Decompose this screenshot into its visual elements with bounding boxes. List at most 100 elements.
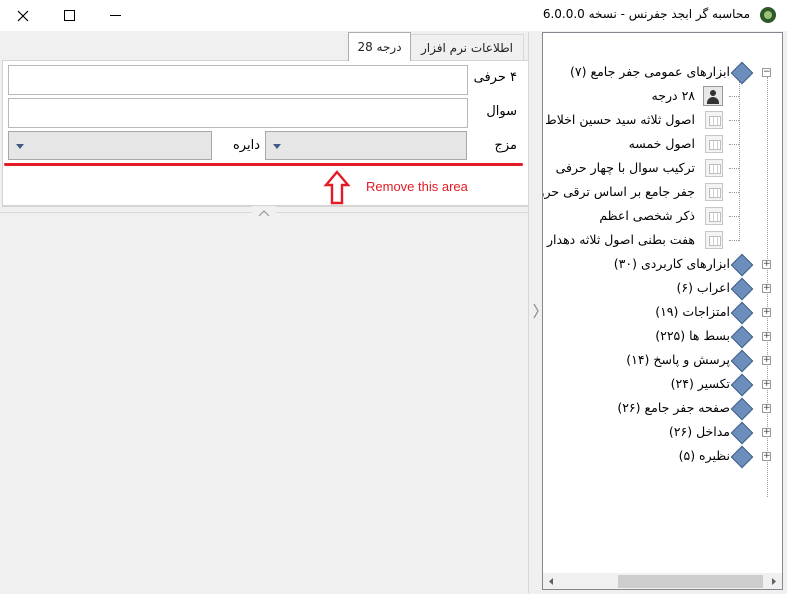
expand-toggle[interactable]: +: [762, 260, 771, 269]
four-letter-label: ۴ حرفی: [473, 70, 517, 85]
collapse-toggle[interactable]: −: [762, 68, 771, 77]
folder-icon: [730, 325, 754, 349]
folder-icon: [730, 445, 754, 469]
tree-node-label: جفر جامع بر اساس ترقی حرو: [542, 184, 695, 199]
tree-node-child[interactable]: هفت بطنی اصول ثلاثه دهدار: [543, 228, 782, 252]
four-letter-input[interactable]: [8, 65, 468, 95]
folder-icon: [730, 277, 754, 301]
app-logo-icon: [760, 7, 776, 23]
expand-toggle[interactable]: +: [762, 380, 771, 389]
tree-node-group[interactable]: + ابزارهای کاربردی (۳۰): [543, 252, 782, 277]
grid-icon: [705, 231, 723, 249]
mazj-label: مزج: [494, 138, 517, 153]
tree-node-label: صفحه جفر جامع (۲۶): [617, 400, 730, 415]
expand-toggle[interactable]: +: [762, 284, 771, 293]
close-icon: [17, 10, 29, 21]
dayere-label: دایره: [232, 138, 260, 153]
dayere-dropdown[interactable]: [8, 131, 212, 160]
folder-icon: [730, 397, 754, 421]
tree-node-group[interactable]: + نظیره (۵): [543, 444, 782, 469]
horizontal-scrollbar[interactable]: [543, 573, 782, 589]
scroll-left-icon[interactable]: [547, 577, 555, 586]
tab-software-info[interactable]: اطلاعات نرم افزار: [410, 34, 524, 61]
tree-guide-line: [729, 192, 739, 194]
tree-node-group[interactable]: + صفحه جفر جامع (۲۶): [543, 396, 782, 421]
tree-node-child[interactable]: اصول ثلاثه سید حسین اخلاط: [543, 108, 782, 132]
tree-node-child[interactable]: ذکر شخصی اعظم: [543, 204, 782, 228]
tree-guide-line: [729, 96, 739, 98]
tree-node-label: ترکیب سوال با چهار حرفی: [555, 160, 695, 175]
tree-guide-line: [729, 144, 739, 146]
question-input[interactable]: [8, 98, 468, 128]
tree-node-group[interactable]: + مداخل (۲۶): [543, 420, 782, 445]
tree-node-label: ۲۸ درجه: [651, 88, 695, 103]
tree-node-label: اصول خمسه: [628, 136, 695, 151]
tree-node-label: هفت بطنی اصول ثلاثه دهدار: [547, 232, 695, 247]
grid-icon: [705, 207, 723, 225]
expand-toggle[interactable]: +: [762, 428, 771, 437]
scrollbar-thumb[interactable]: [618, 575, 763, 588]
mazj-dropdown[interactable]: [265, 131, 467, 160]
tree-node-child[interactable]: جفر جامع بر اساس ترقی حرو: [543, 180, 782, 204]
grid-icon: [705, 135, 723, 153]
maximize-icon: [63, 10, 75, 21]
tree-node-label: ابزارهای کاربردی (۳۰): [613, 256, 730, 271]
scroll-right-icon[interactable]: [770, 577, 778, 586]
tree-node-group[interactable]: + پرسش و پاسخ (۱۴): [543, 348, 782, 373]
folder-icon: [730, 421, 754, 445]
window-title: محاسبه گر ابجد جفرنس - نسخه 6.0.0.0: [542, 7, 750, 21]
up-arrow-icon: [323, 170, 351, 205]
tab-label: درجه 28: [357, 40, 402, 54]
tree-guide-line: [729, 240, 739, 242]
tab-label: اطلاعات نرم افزار: [421, 41, 513, 55]
expand-toggle[interactable]: +: [762, 308, 771, 317]
expand-toggle[interactable]: +: [762, 332, 771, 341]
expand-toggle[interactable]: +: [762, 356, 771, 365]
tree-node-label: مداخل (۲۶): [668, 424, 730, 439]
expand-toggle[interactable]: +: [762, 404, 771, 413]
tree-node-child[interactable]: ترکیب سوال با چهار حرفی: [543, 156, 782, 180]
chevron-down-icon: [273, 144, 281, 149]
tree-node-group[interactable]: + تکسیر (۲۴): [543, 372, 782, 397]
grid-icon: [705, 159, 723, 177]
minimize-button[interactable]: [92, 0, 138, 31]
tree-node-label: اصول ثلاثه سید حسین اخلاط: [545, 112, 695, 127]
tree-node-root[interactable]: − ابزارهای عمومی جفر جامع (۷): [543, 60, 782, 85]
tree-node-label: بسط ها (۲۲۵): [655, 328, 730, 343]
tab-degree-28[interactable]: درجه 28: [348, 32, 411, 61]
close-button[interactable]: [0, 0, 46, 31]
tree-node-label: ابزارهای عمومی جفر جامع (۷): [569, 64, 730, 79]
folder-icon: [730, 373, 754, 397]
annotation-text: Remove this area: [366, 179, 468, 194]
maximize-button[interactable]: [46, 0, 92, 31]
folder-icon: [730, 301, 754, 325]
tree-node-label: اعراب (۶): [676, 280, 730, 295]
tree-node-child[interactable]: ۲۸ درجه: [543, 84, 782, 108]
tree-node-group[interactable]: + بسط ها (۲۲۵): [543, 324, 782, 349]
tree-guide-line: [729, 120, 739, 122]
question-label: سوال: [486, 104, 517, 119]
grid-icon: [705, 183, 723, 201]
user-icon: [703, 86, 723, 106]
minimize-icon: [109, 15, 121, 16]
tree-view: − ابزارهای عمومی جفر جامع (۷) ۲۸ درجه اص…: [542, 32, 783, 590]
folder-icon: [730, 61, 754, 85]
tree-node-label: تکسیر (۲۴): [670, 376, 730, 391]
tree-node-label: ذکر شخصی اعظم: [599, 208, 695, 223]
bottom-panel: [0, 212, 528, 594]
annotation-underline: [4, 163, 523, 166]
grid-icon: [705, 111, 723, 129]
tree-node-label: پرسش و پاسخ (۱۴): [626, 352, 730, 367]
tree-node-group[interactable]: + امتزاجات (۱۹): [543, 300, 782, 325]
folder-icon: [730, 253, 754, 277]
tree-guide-line: [729, 216, 739, 218]
tree-node-label: نظیره (۵): [678, 448, 730, 463]
expand-toggle[interactable]: +: [762, 452, 771, 461]
collapse-handle[interactable]: [252, 206, 276, 217]
chevron-down-icon: [16, 144, 24, 149]
tree-node-group[interactable]: + اعراب (۶): [543, 276, 782, 301]
folder-icon: [730, 349, 754, 373]
chevron-up-icon: [258, 210, 270, 217]
tree-node-child[interactable]: اصول خمسه: [543, 132, 782, 156]
tree-node-label: امتزاجات (۱۹): [655, 304, 730, 319]
